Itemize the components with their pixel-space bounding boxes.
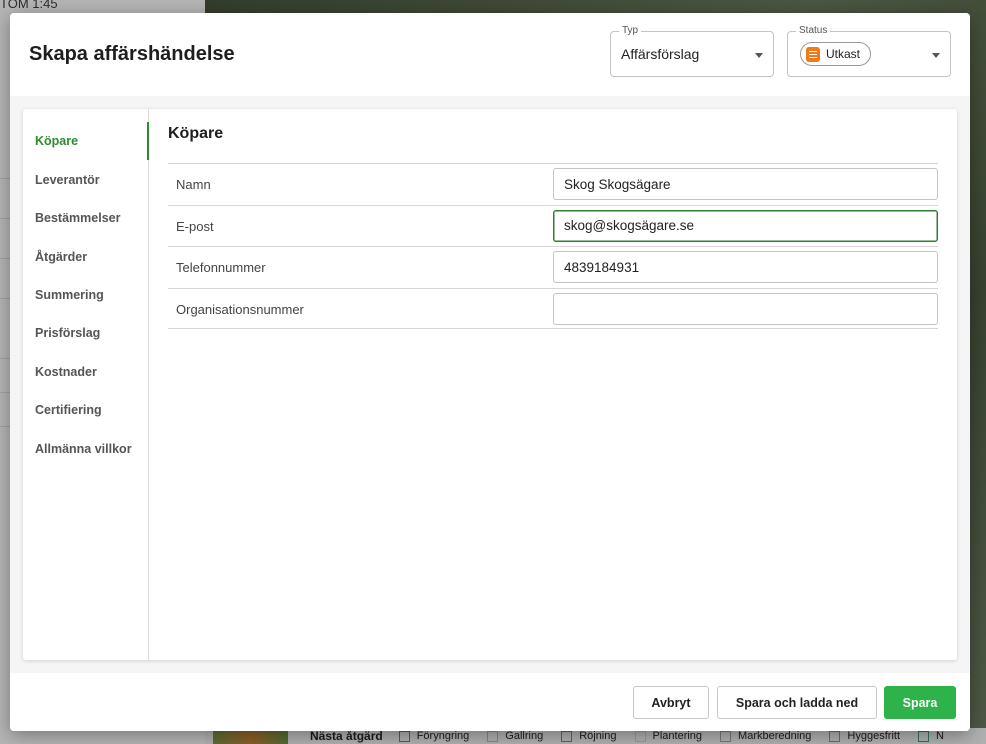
chevron-down-icon (755, 53, 763, 58)
status-chip: Utkast (800, 42, 872, 66)
section-title: Köpare (168, 125, 224, 142)
nav-item-prisforslag[interactable]: Prisförslag (35, 326, 100, 340)
nav-item-leverantor[interactable]: Leverantör (35, 173, 100, 187)
nav-item-kostnader[interactable]: Kostnader (35, 365, 97, 379)
org-number-label: Organisationsnummer (176, 301, 304, 317)
status-chip-label: Utkast (826, 47, 861, 61)
dialog-header: Skapa affärshändelse Typ Affärsförslag S… (10, 13, 970, 96)
buyer-form: Namn E-post Telefonnummer Organisationsn… (168, 163, 938, 329)
type-select[interactable]: Typ Affärsförslag (610, 25, 774, 77)
active-nav-indicator (147, 122, 149, 160)
nav-item-bestammelser[interactable]: Bestämmelser (35, 211, 120, 225)
type-select-label: Typ (619, 25, 642, 37)
cancel-button[interactable]: Avbryt (633, 686, 709, 719)
dialog-footer: Avbryt Spara och ladda ned Spara (10, 673, 970, 731)
dialog-title: Skapa affärshändelse (29, 43, 235, 65)
nav-item-kopare[interactable]: Köpare (35, 134, 78, 148)
status-select[interactable]: Status Utkast (787, 25, 951, 77)
nav-item-summering[interactable]: Summering (35, 288, 104, 302)
phone-label: Telefonnummer (176, 260, 266, 275)
content-card: Köpare Leverantör Bestämmelser Åtgärder … (23, 109, 957, 660)
form-row-email: E-post (168, 204, 938, 247)
org-number-field[interactable] (553, 292, 938, 325)
form-row-name: Namn (168, 163, 938, 205)
nav-item-allmanna-villkor[interactable]: Allmänna villkor (35, 442, 132, 456)
create-business-event-dialog: Skapa affärshändelse Typ Affärsförslag S… (10, 13, 970, 731)
save-button[interactable]: Spara (884, 686, 956, 719)
form-row-phone: Telefonnummer (168, 246, 938, 288)
chevron-down-icon (932, 53, 940, 58)
name-label: Namn (176, 177, 211, 192)
email-label: E-post (176, 218, 214, 234)
document-icon (806, 46, 820, 62)
type-select-value: Affärsförslag (621, 46, 700, 62)
form-row-org-number: Organisationsnummer (168, 287, 938, 329)
phone-field[interactable] (553, 251, 938, 283)
save-and-download-button[interactable]: Spara och ladda ned (717, 686, 877, 719)
name-field[interactable] (553, 168, 938, 200)
nav-item-certifiering[interactable]: Certifiering (35, 403, 102, 417)
section-nav: Köpare Leverantör Bestämmelser Åtgärder … (23, 109, 149, 660)
email-field[interactable] (553, 209, 938, 242)
status-select-label: Status (796, 25, 831, 37)
nav-item-atgarder[interactable]: Åtgärder (35, 250, 87, 264)
